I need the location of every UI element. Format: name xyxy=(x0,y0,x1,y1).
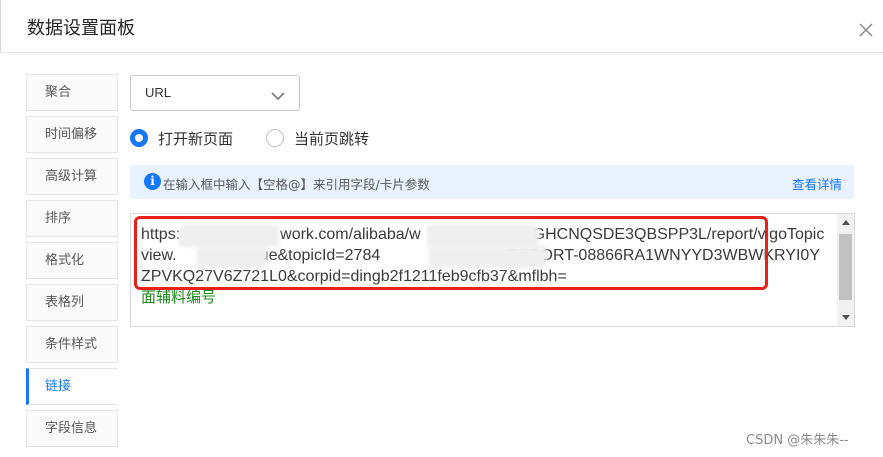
sidebar-item-format[interactable]: 格式化 xyxy=(26,242,118,279)
scroll-down-icon[interactable] xyxy=(842,315,850,320)
dialog-title: 数据设置面板 xyxy=(27,18,135,39)
info-text: 在输入框中输入【空格@】来引用字段/卡片参数 xyxy=(163,177,430,192)
close-icon[interactable] xyxy=(856,20,876,40)
sidebar-item-aggregate[interactable]: 聚合 xyxy=(26,74,118,111)
editor-scrollbar[interactable] xyxy=(837,214,854,326)
sidebar-item-link[interactable]: 链接 xyxy=(26,368,118,405)
link-type-value: URL xyxy=(145,85,172,100)
settings-sidebar: 聚合 时间偏移 高级计算 排序 格式化 表格列 条件样式 链接 字段信息 xyxy=(26,74,118,452)
scroll-thumb[interactable] xyxy=(839,234,852,300)
redaction-blur xyxy=(179,225,279,247)
radio-label: 当前页跳转 xyxy=(294,130,370,148)
sidebar-item-time-offset[interactable]: 时间偏移 xyxy=(26,116,118,153)
chevron-down-icon xyxy=(271,88,285,106)
url-part: work.com/alibaba/w xyxy=(280,226,421,243)
sidebar-item-advanced-calc[interactable]: 高级计算 xyxy=(26,158,118,195)
watermark: CSDN @朱朱朱-- xyxy=(746,433,849,448)
dialog-header: 数据设置面板 xyxy=(0,0,883,53)
view-details-link[interactable]: 查看详情 xyxy=(792,174,842,193)
scroll-up-icon[interactable] xyxy=(842,220,850,225)
radio-checked-icon xyxy=(130,129,148,147)
sidebar-item-conditional-style[interactable]: 条件样式 xyxy=(26,326,118,363)
redaction-blur xyxy=(197,246,267,268)
url-part: https: xyxy=(141,226,181,243)
redaction-blur xyxy=(429,246,547,268)
sidebar-item-sort[interactable]: 排序 xyxy=(26,200,118,237)
link-type-select[interactable]: URL xyxy=(130,75,300,111)
radio-unchecked-icon xyxy=(266,129,284,147)
field-reference[interactable]: 面辅料编号 xyxy=(141,288,216,306)
sidebar-item-field-info[interactable]: 字段信息 xyxy=(26,410,118,447)
sidebar-item-table-columns[interactable]: 表格列 xyxy=(26,284,118,321)
radio-label: 打开新页面 xyxy=(158,130,234,148)
info-bar: i 在输入框中输入【空格@】来引用字段/卡片参数 查看详情 xyxy=(130,165,854,199)
url-editor[interactable]: https: work.com/alibaba/w GHCNQSDE3QBSPP3L… xyxy=(130,213,855,327)
info-icon: i xyxy=(144,173,161,190)
redaction-blur xyxy=(427,225,539,247)
